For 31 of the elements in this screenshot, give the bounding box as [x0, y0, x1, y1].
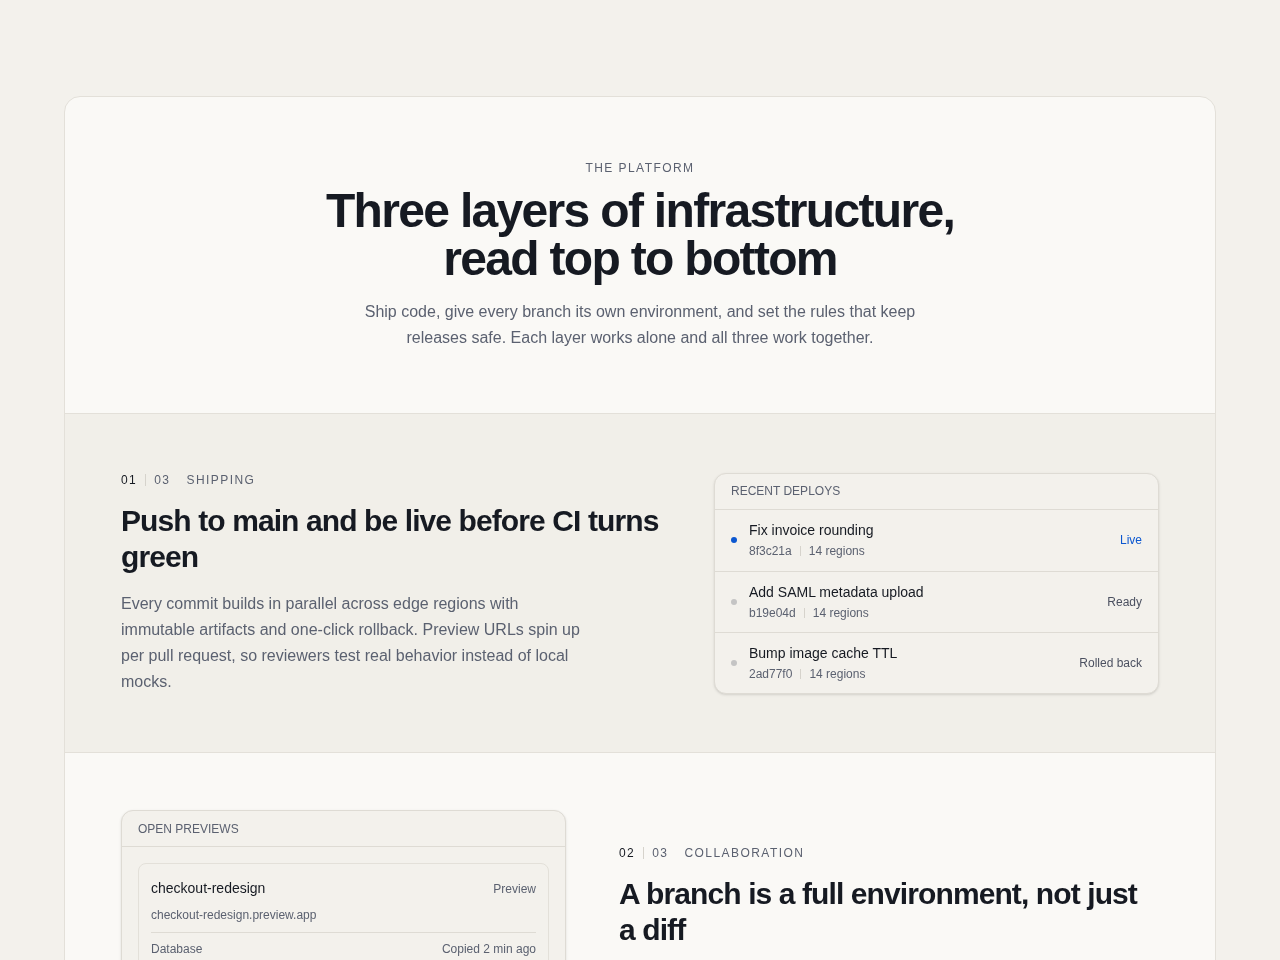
region-count: 14 regions [808, 543, 865, 560]
page-heading: Three layers of infrastructure, read top to bottom [324, 187, 956, 283]
step-number: 02 [619, 845, 636, 862]
preview-url: checkout-redesign.preview.app [151, 906, 536, 933]
deploy-status: Live [1120, 532, 1142, 549]
region-count: 14 regions [809, 665, 866, 683]
branch-name: checkout-redesign [151, 879, 266, 898]
section-label: SHIPPING [186, 472, 256, 489]
eyebrow-label: THE PLATFORM [585, 160, 695, 177]
panel-title: RECENT DEPLOYS [715, 473, 1158, 510]
deploy-status: Rolled back [1079, 654, 1142, 672]
detail-value: Copied 2 min ago [441, 941, 536, 958]
intro-text: Ship code, give every branch its own environment, and set the rules that keep releases safe. Each layer works alone and all three work together. [363, 302, 917, 348]
step-total: 03 [154, 472, 171, 489]
preview-tag: Preview [493, 879, 536, 898]
commit-hash: 2ad77f0 [749, 665, 793, 683]
region-count: 14 regions [812, 604, 869, 622]
deploy-name: Add SAML metadata upload [749, 582, 925, 602]
detail-label: Database [151, 941, 203, 958]
step-total: 03 [652, 845, 669, 862]
commit-hash: b19e04d [749, 604, 796, 622]
section-text: Every commit builds in parallel across edge regions with immutable artifacts and one-click rollback. Preview URLs spin up per pull request, so reviewers test real behavior instead of local mocks. [121, 594, 581, 692]
deploy-status: Ready [1107, 593, 1142, 611]
panel-title: OPEN PREVIEWS [122, 811, 565, 847]
section-label: COLLABORATION [684, 845, 805, 862]
step-number: 01 [121, 472, 138, 489]
section-heading: Push to main and be live before CI turns green [121, 503, 660, 575]
commit-hash: 8f3c21a [749, 543, 792, 560]
deploy-name: Bump image cache TTL [749, 643, 899, 663]
deploy-name: Fix invoice rounding [749, 521, 875, 540]
section-heading: A branch is a full environment, not just a diff [619, 876, 1139, 948]
